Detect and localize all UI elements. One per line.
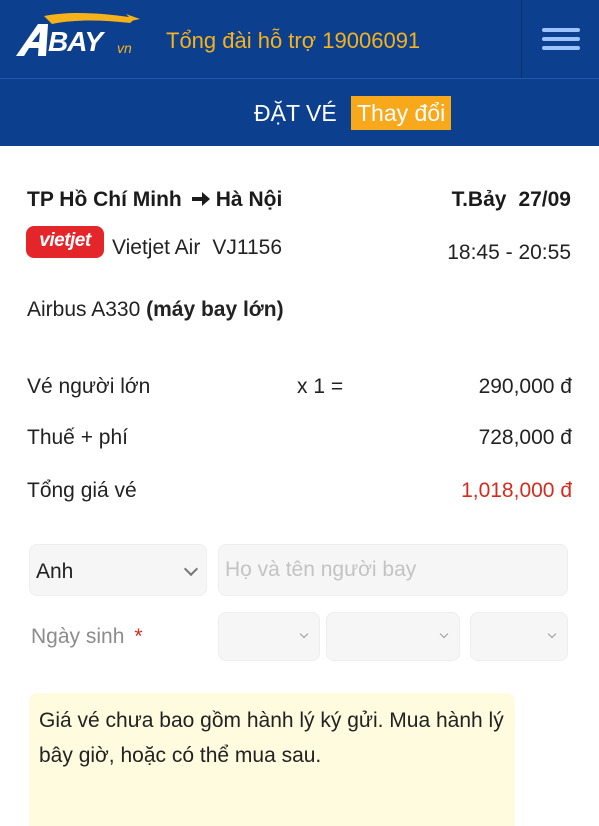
aircraft-info: Airbus A330 (máy bay lớn) (27, 298, 284, 322)
date-value: 27/09 (518, 188, 571, 211)
tax-fee-label: Thuế + phí (27, 426, 128, 449)
airline-name: Vietjet Air (112, 236, 201, 259)
booking-bar: ĐẶT VÉ Thay đổi (0, 78, 599, 146)
date-of-birth-label: Ngày sinh * (31, 625, 143, 649)
top-header: BAY vn Tổng đài hỗ trợ 19006091 (0, 0, 599, 78)
day-of-week: T.Bảy (451, 188, 507, 211)
passenger-name-field[interactable] (218, 544, 568, 596)
aircraft-model: Airbus A330 (27, 298, 141, 321)
flight-number: VJ1156 (212, 236, 282, 259)
flight-times: 18:45 - 20:55 (447, 241, 571, 264)
hotline-text[interactable]: Tổng đài hỗ trợ 19006091 (166, 28, 420, 54)
total-fare-label: Tổng giá vé (27, 479, 137, 502)
page-title: ĐẶT VÉ (254, 100, 337, 126)
adult-fare-price: 290,000 đ (478, 375, 572, 398)
tax-fee-price: 728,000 đ (478, 426, 572, 449)
hamburger-menu-icon (542, 46, 580, 50)
dob-year-select[interactable] (470, 612, 568, 661)
chevron-down-icon (439, 629, 449, 639)
aircraft-note: (máy bay lớn) (146, 298, 284, 321)
origin-city: TP Hồ Chí Minh (27, 188, 182, 211)
dob-month-select[interactable] (326, 612, 460, 661)
flight-date: T.Bảy 27/09 (452, 188, 571, 212)
title-select-value: Anh (36, 560, 74, 583)
abay-logo[interactable]: BAY vn (14, 10, 144, 68)
dob-label-text: Ngày sinh (31, 625, 125, 648)
flight-route: TP Hồ Chí Minh Hà Nội (27, 188, 282, 212)
arrow-right-icon (191, 188, 210, 212)
adult-fare-quantity: x 1 = (297, 375, 344, 398)
total-fare-row: Tổng giá vé 1,018,000 đ (27, 479, 572, 507)
adult-fare-label: Vé người lớn (27, 375, 151, 398)
baggage-notice-text: Giá vé chưa bao gồm hành lý ký gửi. Mua … (39, 709, 504, 767)
title-select[interactable]: Anh (29, 544, 207, 596)
total-fare-price: 1,018,000 đ (461, 479, 572, 502)
baggage-notice: Giá vé chưa bao gồm hành lý ký gửi. Mua … (29, 693, 515, 826)
airline-info: Vietjet Air VJ1156 (112, 236, 282, 260)
logo-text: BAY (48, 26, 103, 57)
chevron-down-icon (547, 629, 557, 639)
logo-suffix: vn (117, 40, 132, 56)
passenger-name-input[interactable] (225, 545, 555, 595)
vietjet-logo: vietjet (26, 226, 104, 258)
chevron-down-icon (299, 629, 309, 639)
destination-city: Hà Nội (215, 188, 283, 211)
tax-fee-row: Thuế + phí 728,000 đ (27, 426, 572, 454)
chevron-down-icon (183, 561, 199, 577)
required-marker: * (134, 625, 143, 648)
menu-button[interactable] (521, 0, 599, 78)
dob-day-select[interactable] (218, 612, 320, 661)
adult-fare-row: Vé người lớn x 1 = 290,000 đ (27, 375, 572, 403)
change-button[interactable]: Thay đổi (351, 96, 452, 130)
hamburger-menu-icon (542, 37, 580, 41)
hamburger-menu-icon (542, 28, 580, 32)
